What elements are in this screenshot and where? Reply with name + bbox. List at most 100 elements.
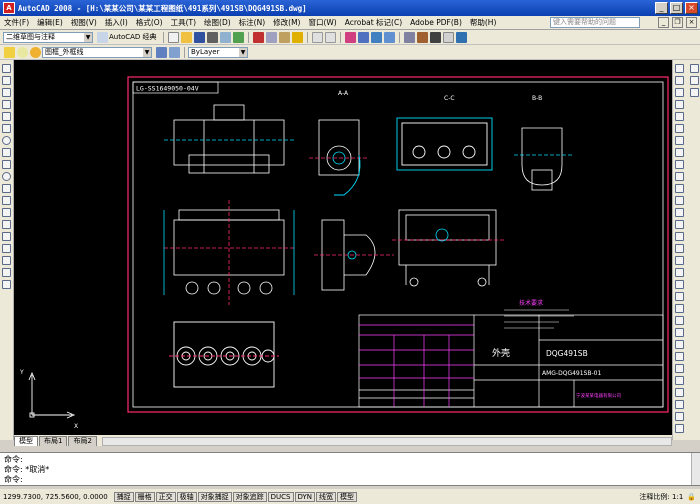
autocad-app-icon[interactable]: A [3,2,15,14]
spline-icon[interactable] [2,160,11,169]
scale-icon[interactable] [674,148,684,157]
layer-manager-icon[interactable] [4,46,15,58]
osnap-quadrant-icon[interactable] [674,304,684,313]
design-center-icon[interactable] [416,31,428,43]
offset-icon[interactable] [674,100,684,109]
snap-toggle[interactable]: 捕捉 [113,491,134,502]
dim-aligned-icon[interactable] [674,364,684,373]
paste-icon[interactable] [278,31,290,43]
osnap-intersection-icon[interactable] [674,280,684,289]
dyn-toggle[interactable]: DYN [294,491,316,502]
tab-model[interactable]: 模型 [14,436,38,446]
save-icon[interactable] [193,31,205,43]
ellipse-arc-icon[interactable] [2,184,11,193]
workspace-settings-icon[interactable] [97,31,108,43]
doc-minimize-button[interactable]: _ [658,17,669,28]
tab-layout2[interactable]: 布局2 [68,436,97,446]
dim-radius-icon[interactable] [674,376,684,385]
join-icon[interactable] [674,208,684,217]
zoom-previous-icon[interactable] [383,31,395,43]
dim-angular-icon[interactable] [674,400,684,409]
osnap-nearest-icon[interactable] [674,340,684,349]
osnap-center-icon[interactable] [674,292,684,301]
construction-line-icon[interactable] [2,76,11,85]
cut-icon[interactable] [252,31,264,43]
lock-icon[interactable]: 🔒 [687,493,696,501]
osnap-endpoint-icon[interactable] [674,256,684,265]
otrack-toggle[interactable]: 对象追踪 [232,491,267,502]
color-combo[interactable]: ByLayer ▼ [188,46,248,58]
zoom-realtime-icon[interactable] [357,31,369,43]
menu-dimension[interactable]: 标注(N) [235,17,269,28]
polar-toggle[interactable]: 极轴 [176,491,197,502]
publish-icon[interactable] [232,31,244,43]
menu-view[interactable]: 视图(V) [67,17,101,28]
move-icon[interactable] [674,124,684,133]
break-icon[interactable] [674,196,684,205]
calculator-icon[interactable] [442,31,454,43]
leader-icon[interactable] [674,424,684,433]
help-icon[interactable] [455,31,467,43]
help-search-input[interactable]: 键入需要帮助的问题 [550,17,640,28]
menu-window[interactable]: 窗口(W) [304,17,340,28]
make-block-icon[interactable] [2,208,11,217]
menu-tools[interactable]: 工具(T) [167,17,200,28]
dim-baseline-icon[interactable] [674,412,684,421]
layer-previous-icon[interactable] [169,46,180,58]
line-icon[interactable] [2,64,11,73]
lightbulb-icon[interactable] [17,46,28,58]
new-file-icon[interactable] [167,31,179,43]
menu-acrobat[interactable]: Acrobat 标记(C) [341,17,406,28]
menu-draw[interactable]: 绘图(D) [200,17,235,28]
pan-icon[interactable] [344,31,356,43]
tab-layout1[interactable]: 布局1 [39,436,68,446]
workspace-combo[interactable]: 二维草图与注释 ▼ [3,31,93,43]
layer-combo[interactable]: 图框_外框线 ▼ [42,46,152,58]
command-prompt[interactable]: 命令: [4,475,696,485]
erase-icon[interactable] [674,64,684,73]
grid-toggle[interactable]: 栅格 [134,491,155,502]
menu-insert[interactable]: 插入(I) [101,17,132,28]
copy-icon[interactable] [265,31,277,43]
explode-icon[interactable] [674,244,684,253]
osnap-perpendicular-icon[interactable] [674,328,684,337]
tolerance-icon[interactable] [689,64,699,73]
polyline-icon[interactable] [2,88,11,97]
dim-linear-icon[interactable] [674,352,684,361]
open-folder-icon[interactable] [180,31,192,43]
maximize-button[interactable]: □ [670,2,683,14]
command-window[interactable]: 命令: 命令: *取消* 命令: [0,452,700,486]
gradient-icon[interactable] [2,244,11,253]
dim-edit-icon[interactable] [689,76,699,85]
fillet-icon[interactable] [674,232,684,241]
circle-icon[interactable] [2,136,11,145]
arc-icon[interactable] [2,124,11,133]
copy-object-icon[interactable] [674,76,684,85]
table-icon[interactable] [2,268,11,277]
properties-icon[interactable] [403,31,415,43]
array-icon[interactable] [674,112,684,121]
osnap-toggle[interactable]: 对象捕捉 [197,491,232,502]
lineweight-toggle[interactable]: 线宽 [316,491,337,502]
tool-palettes-icon[interactable] [429,31,441,43]
redo-icon[interactable] [324,31,336,43]
osnap-tangent-icon[interactable] [674,316,684,325]
match-properties-icon[interactable] [291,31,303,43]
minimize-button[interactable]: _ [655,2,668,14]
extend-icon[interactable] [674,184,684,193]
annotation-scale[interactable]: 注释比例: 1:1 [639,492,683,502]
print-icon[interactable] [206,31,218,43]
menu-edit[interactable]: 编辑(E) [33,17,67,28]
plot-preview-icon[interactable] [219,31,231,43]
menu-modify[interactable]: 修改(M) [269,17,304,28]
command-scrollbar[interactable] [691,453,700,485]
model-toggle[interactable]: 模型 [337,491,358,502]
undo-icon[interactable] [311,31,323,43]
menu-file[interactable]: 文件(F) [0,17,33,28]
ortho-toggle[interactable]: 正交 [155,491,176,502]
mirror-icon[interactable] [674,88,684,97]
zoom-window-icon[interactable] [370,31,382,43]
ellipse-icon[interactable] [2,172,11,181]
close-button[interactable]: × [685,2,698,14]
sun-icon[interactable] [30,46,41,58]
